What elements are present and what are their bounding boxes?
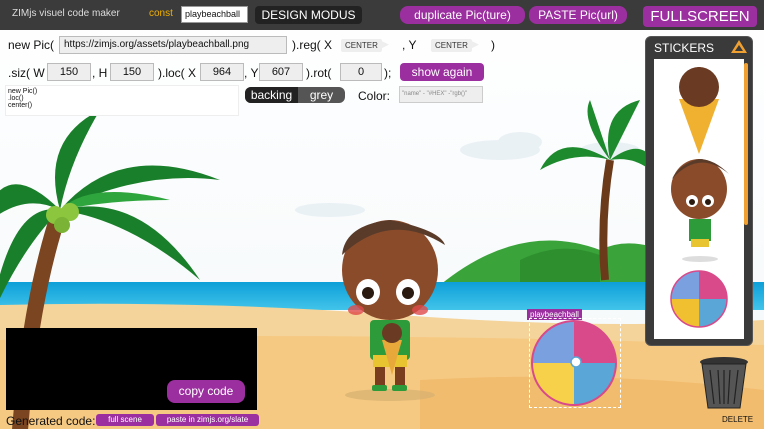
paste-slate-button[interactable]: paste in zimjs.org/slate [156, 414, 259, 426]
const-label: const [149, 8, 173, 19]
color-label: Color: [358, 89, 391, 103]
rot-close-label: ); [384, 66, 392, 80]
grey-option[interactable]: grey [298, 87, 345, 103]
boy-character[interactable] [320, 215, 460, 395]
reg-close-label: ) [491, 38, 495, 52]
brand-title: ZIMjs visuel code maker [12, 8, 120, 19]
reg-x-arrow-icon: ▶ [382, 39, 389, 49]
backing-toggle[interactable]: backing grey [245, 87, 345, 103]
mini-code-line: .loc() [8, 95, 24, 102]
delete-label: DELETE [722, 415, 754, 424]
new-pic-label: new Pic( [8, 38, 55, 52]
reg-y-select[interactable]: CENTER [431, 39, 472, 52]
beach-ball[interactable] [531, 320, 617, 406]
design-modus-button[interactable]: DESIGN MODUS [255, 6, 362, 24]
reg-x-select[interactable]: CENTER [341, 39, 382, 52]
backing-option[interactable]: backing [245, 87, 298, 103]
mini-code-line: new Pic() [8, 88, 38, 95]
rot-input[interactable]: 0 [340, 63, 382, 81]
paste-url-button[interactable]: PASTE Pic(url) [529, 6, 627, 24]
width-input[interactable]: 150 [47, 63, 91, 81]
height-input[interactable]: 150 [110, 63, 154, 81]
mini-code-line: center() [8, 102, 33, 109]
siz-label: .siz( W [8, 66, 45, 80]
fullscreen-button[interactable]: FULLSCREEN [643, 6, 757, 27]
copy-code-button[interactable]: copy code [167, 380, 245, 403]
reg-label: ).reg( X [292, 38, 333, 52]
stickers-title: STICKERS [654, 41, 715, 55]
reg-y-arrow-icon: ▶ [472, 39, 479, 49]
rot-label: ).rot( [306, 66, 332, 80]
generated-code-label: Generated code: [6, 414, 96, 428]
top-bar: ZIMjs visuel code maker const playbeachb… [0, 0, 764, 30]
duplicate-button[interactable]: duplicate Pic(ture) [400, 6, 525, 24]
loc-y-label: , Y [244, 66, 259, 80]
loc-x-input[interactable]: 964 [200, 63, 244, 81]
trash-icon[interactable] [698, 356, 750, 410]
loc-y-input[interactable]: 607 [259, 63, 303, 81]
loc-label: ).loc( X [158, 66, 197, 80]
collapse-triangle-inner-icon [735, 45, 743, 51]
sticker-list[interactable] [654, 59, 744, 339]
sticker-ball [670, 270, 728, 328]
url-input[interactable]: https://zimjs.org/assets/playbeachball.p… [59, 36, 287, 54]
show-again-button[interactable]: show again [400, 63, 484, 81]
height-label: , H [92, 66, 108, 80]
color-input[interactable]: "name" - "#HEX" -"rgb()" [399, 86, 483, 103]
const-name-input[interactable]: playbeachball [181, 6, 248, 23]
stickers-scrollbar[interactable] [744, 63, 748, 225]
mini-code-panel: new Pic() .loc() center() [5, 85, 239, 116]
stickers-panel: STICKERS [645, 36, 753, 346]
full-scene-button[interactable]: full scene [96, 414, 154, 426]
reg-y-label: , Y [402, 38, 417, 52]
